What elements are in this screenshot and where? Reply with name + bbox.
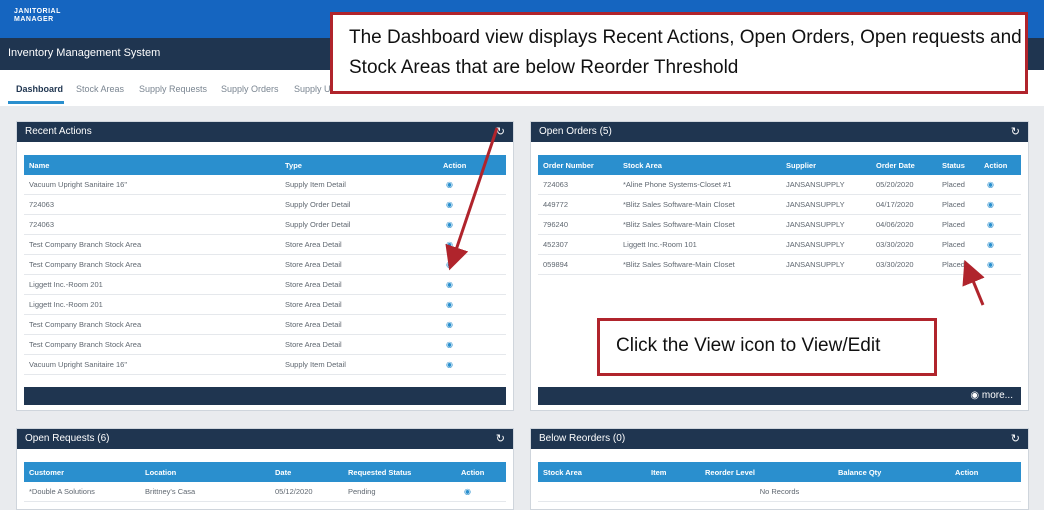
arrow-to-view-icon-recent — [445, 127, 499, 271]
dashboard-callout: The Dashboard view displays Recent Actio… — [330, 12, 1028, 94]
view-callout: Click the View icon to View/Edit — [597, 318, 937, 376]
arrow-to-view-icon-orders — [962, 259, 985, 306]
view-callout-text: Click the View icon to View/Edit — [616, 335, 881, 356]
dashboard-callout-text: The Dashboard view displays Recent Actio… — [349, 27, 1022, 78]
